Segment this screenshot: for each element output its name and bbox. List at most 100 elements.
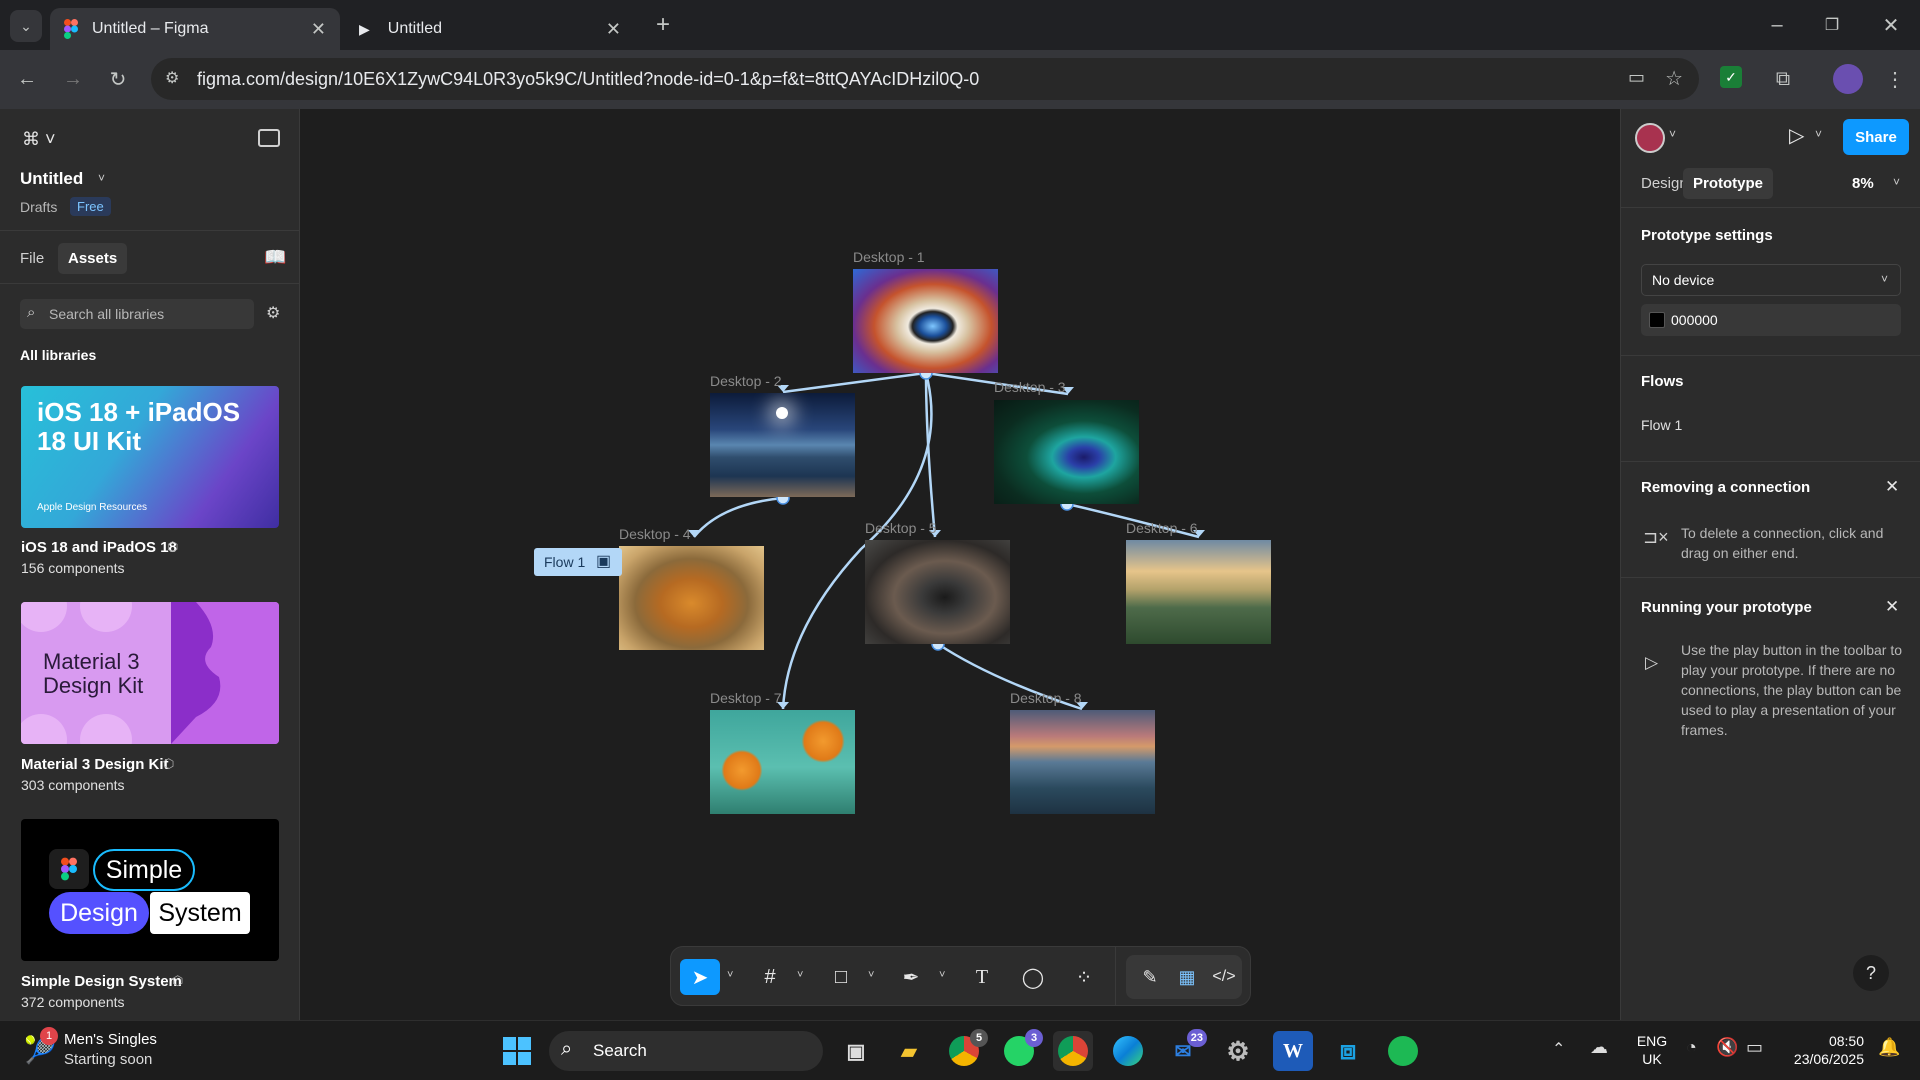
frame-tool-icon[interactable]: #	[750, 959, 790, 995]
tab-figma[interactable]: Untitled – Figma ✕	[50, 8, 340, 50]
close-tip-icon[interactable]: ✕	[1885, 597, 1899, 617]
design-canvas[interactable]: Desktop - 1 Desktop - 2 Desktop - 3 Desk…	[301, 109, 1620, 1020]
frame-tool-caret-icon[interactable]: ˅	[797, 969, 803, 981]
file-explorer-icon[interactable]: ▰	[889, 1031, 929, 1071]
present-flow-icon[interactable]: ▣	[596, 551, 611, 571]
close-tab-icon[interactable]: ✕	[311, 19, 326, 40]
profile-avatar[interactable]	[1833, 64, 1863, 94]
dev-mode-icon[interactable]: </>	[1204, 959, 1244, 995]
settings-icon[interactable]: ⚙	[1218, 1031, 1258, 1071]
maximize-icon[interactable]: ❐	[1817, 10, 1847, 40]
search-libraries-field[interactable]: ⌕ Search all libraries	[20, 299, 254, 329]
frame-label[interactable]: Desktop - 8	[1010, 690, 1082, 706]
frame-label[interactable]: Desktop - 6	[1126, 520, 1198, 536]
tab-prototype[interactable]: Prototype	[1683, 168, 1774, 199]
move-tool-icon[interactable]: ➤	[680, 959, 720, 995]
tab-untitled[interactable]: ▶ Untitled ✕	[345, 8, 635, 50]
frame-label[interactable]: Desktop - 5	[865, 520, 937, 536]
volume-muted-icon[interactable]: 🔇	[1716, 1037, 1738, 1058]
show-hidden-icons[interactable]: ⌃	[1552, 1039, 1565, 1059]
device-select[interactable]: No device ˅	[1641, 264, 1901, 296]
minimize-icon[interactable]: –	[1762, 10, 1792, 40]
present-play-icon[interactable]: ▷	[1789, 123, 1804, 148]
new-tab-icon[interactable]: +	[648, 10, 678, 40]
frame-label[interactable]: Desktop - 3	[994, 379, 1066, 395]
library-book-icon[interactable]: 📖	[264, 247, 286, 268]
text-tool-icon[interactable]: T	[962, 959, 1002, 995]
frame-feather-image[interactable]	[994, 400, 1139, 504]
frame-tiger-image[interactable]	[619, 546, 764, 650]
chrome-profile-icon[interactable]	[1053, 1031, 1093, 1071]
frame-photographer-image[interactable]	[865, 540, 1010, 644]
frame-label[interactable]: Desktop - 7	[710, 690, 782, 706]
close-tab-icon[interactable]: ✕	[606, 19, 621, 40]
file-name[interactable]: Untitled	[20, 169, 83, 189]
ios-library-thumbnail[interactable]: iOS 18 + iPadOS 18 UI Kit Apple Design R…	[21, 386, 279, 528]
bookmark-star-icon[interactable]: ☆	[1665, 66, 1683, 91]
frame-label[interactable]: Desktop - 2	[710, 373, 782, 389]
frame-label[interactable]: Desktop - 1	[853, 249, 925, 265]
extensions-puzzle-icon[interactable]: ⧉	[1768, 64, 1798, 94]
url-field[interactable]: ⚙ figma.com/design/10E6X1ZywC94L0R3yo5k9…	[151, 58, 1699, 100]
material-library-thumbnail[interactable]: Material 3 Design Kit	[21, 602, 279, 744]
rectangle-tool-icon[interactable]: □	[821, 959, 861, 995]
figma-menu-icon[interactable]: ⌘ ˅	[22, 129, 56, 150]
spotify-icon[interactable]	[1383, 1031, 1423, 1071]
help-icon[interactable]: ?	[1853, 955, 1889, 991]
user-avatar[interactable]	[1635, 123, 1665, 153]
close-window-icon[interactable]: ✕	[1876, 10, 1906, 40]
color-swatch[interactable]	[1649, 312, 1665, 328]
whatsapp-icon[interactable]: 3	[999, 1029, 1043, 1071]
word-icon[interactable]: W	[1273, 1031, 1313, 1071]
library-name[interactable]: iOS 18 and iPadOS 18	[21, 539, 177, 556]
flow-start-tag[interactable]: Flow 1 ▣	[534, 548, 622, 576]
sports-widget[interactable]: 🎾 1 Men's Singles Starting soon	[22, 1027, 172, 1073]
battery-icon[interactable]: ▭	[1746, 1037, 1763, 1058]
comment-tool-icon[interactable]: ◯	[1013, 959, 1053, 995]
frame-butterfly-image[interactable]	[710, 710, 855, 814]
onedrive-icon[interactable]: ☁	[1590, 1037, 1608, 1058]
file-name-chevron-icon[interactable]: ˅	[98, 171, 105, 185]
back-icon[interactable]: ←	[12, 64, 42, 94]
chrome-icon[interactable]: 5	[944, 1029, 988, 1071]
filter-icon[interactable]: ⚙	[266, 303, 280, 323]
library-name[interactable]: Simple Design System	[21, 973, 182, 990]
drafts-label[interactable]: Drafts	[20, 199, 57, 215]
pen-tool-icon[interactable]: ✒	[891, 959, 931, 995]
wifi-icon[interactable]: ◔	[1686, 1037, 1697, 1058]
frame-label[interactable]: Desktop - 4	[619, 526, 691, 542]
clock[interactable]: 08:50 23/06/2025	[1784, 1032, 1864, 1068]
design-mode-icon[interactable]: ▦	[1167, 959, 1207, 995]
frame-eye-image[interactable]	[853, 269, 998, 373]
zoom-level[interactable]: 8%	[1852, 175, 1874, 192]
reload-icon[interactable]: ↻	[103, 64, 133, 94]
clipboard-icon[interactable]: ▭	[1628, 67, 1645, 88]
background-color-field[interactable]: 000000	[1641, 304, 1901, 336]
browser-menu-icon[interactable]: ⋮	[1880, 64, 1910, 94]
tab-file[interactable]: File	[20, 250, 44, 267]
frame-lake-image[interactable]	[710, 393, 855, 497]
simple-library-thumbnail[interactable]: Simple Design System	[21, 819, 279, 961]
actions-tool-icon[interactable]: ⁘	[1064, 959, 1104, 995]
edge-icon[interactable]	[1108, 1031, 1148, 1071]
app-icon[interactable]: ⧈	[1328, 1031, 1368, 1071]
task-view-icon[interactable]: ▣	[836, 1031, 876, 1071]
library-name[interactable]: Material 3 Design Kit	[21, 756, 169, 773]
site-settings-icon[interactable]: ⚙	[165, 68, 179, 88]
tab-search-icon[interactable]: ⌄	[10, 10, 42, 42]
present-chevron-icon[interactable]: ˅	[1815, 127, 1822, 141]
taskbar-search[interactable]: ⌕ Search	[549, 1031, 823, 1071]
avatar-chevron-icon[interactable]: ˅	[1669, 127, 1676, 141]
flow-item[interactable]: Flow 1	[1641, 417, 1682, 433]
draw-mode-icon[interactable]: ✎	[1130, 959, 1170, 995]
rectangle-tool-caret-icon[interactable]: ˅	[868, 969, 874, 981]
pen-tool-caret-icon[interactable]: ˅	[939, 969, 945, 981]
mail-icon[interactable]: ✉ 23	[1163, 1029, 1207, 1071]
notifications-icon[interactable]: 🔔	[1878, 1037, 1900, 1058]
tab-assets[interactable]: Assets	[58, 243, 128, 274]
zoom-chevron-icon[interactable]: ˅	[1893, 175, 1900, 189]
forward-icon[interactable]: →	[58, 64, 88, 94]
frame-sunset-meditation-image[interactable]	[1126, 540, 1271, 644]
extension-check-icon[interactable]: ✓	[1720, 66, 1742, 88]
windows-start-icon[interactable]	[497, 1031, 537, 1071]
